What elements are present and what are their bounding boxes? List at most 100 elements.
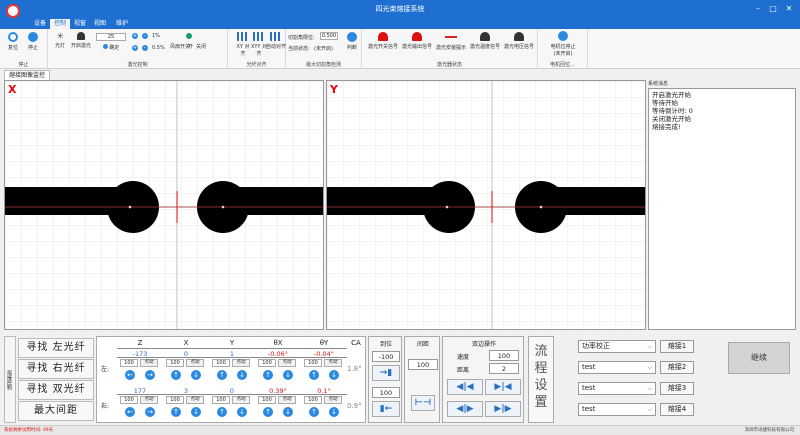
left-theta-y-jog-button[interactable]: 点动	[324, 359, 342, 367]
tab-weld-monitor[interactable]: 熔接图像监控	[4, 70, 51, 80]
left-y-step-input[interactable]: 100	[212, 359, 230, 367]
menu-device[interactable]: 设备	[30, 19, 50, 29]
weld-1-button[interactable]: 熔接1	[660, 340, 694, 353]
continue-button[interactable]: 继续	[728, 342, 790, 374]
power-up-icon[interactable]: +	[132, 33, 138, 39]
cut-limit-input[interactable]: 0.500	[320, 32, 338, 40]
left-z-jog-button[interactable]: 点动	[140, 359, 158, 367]
right-theta-y-step-input[interactable]: 100	[304, 396, 322, 404]
left-theta-x-up-icon[interactable]: ↑	[263, 370, 273, 380]
left-theta-y-up-icon[interactable]: ↑	[309, 370, 319, 380]
title-bar: 四光束熔接系统 – □ ✕	[0, 0, 800, 19]
right-x-up-icon[interactable]: ↑	[171, 407, 181, 417]
move-left-button[interactable]: ▮←	[372, 401, 400, 417]
right-y-step-input[interactable]: 100	[212, 396, 230, 404]
menu-view[interactable]: 视图	[90, 19, 110, 29]
right-x-down-icon[interactable]: ↓	[191, 407, 201, 417]
right-theta-y-up-icon[interactable]: ↑	[309, 407, 319, 417]
message-log[interactable]: 开启激光开始 等待开始 等待倒计时: 0 关闭激光开始 熔接完成!	[648, 88, 796, 330]
right-theta-y-down-icon[interactable]: ↓	[329, 407, 339, 417]
close-icon[interactable]: ✕	[783, 3, 795, 15]
right-z-left-icon[interactable]: ←	[125, 407, 135, 417]
menu-control[interactable]: 控制	[50, 19, 71, 29]
left-theta-x-down-icon[interactable]: ↓	[283, 370, 293, 380]
left-x-up-icon[interactable]: ↑	[171, 370, 181, 380]
gap-adjust-button[interactable]: ⊢⊣	[411, 395, 435, 411]
left-theta-x-jog-button[interactable]: 点动	[278, 359, 296, 367]
confirm-button[interactable]: 确定	[96, 44, 126, 51]
left-x-down-icon[interactable]: ↓	[191, 370, 201, 380]
left-x-jog-button[interactable]: 点动	[186, 359, 204, 367]
chevron-down-icon: ⌵	[647, 406, 652, 413]
axis-header-ca: CA	[351, 339, 361, 347]
position-bottom-input[interactable]: 100	[372, 387, 400, 398]
right-y-down-icon[interactable]: ↓	[237, 407, 247, 417]
minimize-icon[interactable]: –	[752, 3, 764, 15]
right-theta-y-jog-button[interactable]: 点动	[324, 396, 342, 404]
right-ca-value: 0.9°	[347, 402, 362, 410]
fine-up-icon[interactable]: +	[132, 45, 138, 51]
menu-window[interactable]: 视窗	[70, 19, 90, 29]
right-theta-x-up-icon[interactable]: ↑	[263, 407, 273, 417]
reset-button[interactable]: 复位	[4, 32, 22, 51]
left-z-left-icon[interactable]: ←	[125, 370, 135, 380]
right-z-right-icon[interactable]: →	[145, 407, 155, 417]
both-left-in-button[interactable]: ◀|◀	[447, 379, 483, 395]
position-top-input[interactable]: -100	[372, 351, 400, 362]
weld-3-button[interactable]: 熔接3	[660, 382, 694, 395]
move-right-button[interactable]: →▮	[372, 365, 400, 381]
right-y-jog-button[interactable]: 点动	[232, 396, 250, 404]
fan-off-label[interactable]: 关闭	[196, 43, 206, 50]
left-z-right-icon[interactable]: →	[145, 370, 155, 380]
menu-maintenance[interactable]: 维护	[112, 19, 132, 29]
right-z-jog-button[interactable]: 点动	[140, 396, 158, 404]
left-y-jog-button[interactable]: 点动	[232, 359, 250, 367]
left-y-down-icon[interactable]: ↓	[237, 370, 247, 380]
left-theta-y-down-icon[interactable]: ↓	[329, 370, 339, 380]
left-x-step-input[interactable]: 100	[166, 359, 184, 367]
right-theta-x-step-input[interactable]: 100	[258, 396, 276, 404]
fan-on-label[interactable]: 开	[188, 43, 193, 50]
motor-stop-button[interactable]: 电机位停止 (未开启)	[544, 31, 582, 57]
process-select-1[interactable]: 功率校正 ⌵	[578, 340, 656, 353]
judge-button[interactable]: 判断	[344, 32, 360, 51]
fine-down-icon[interactable]: –	[142, 45, 148, 51]
both-right-in-button[interactable]: ▶|▶	[485, 401, 521, 417]
process-select-3[interactable]: test ⌵	[578, 382, 656, 395]
right-y-up-icon[interactable]: ↑	[217, 407, 227, 417]
fan-toggle[interactable]	[186, 33, 192, 39]
right-theta-x-down-icon[interactable]: ↓	[283, 407, 293, 417]
weld-2-button[interactable]: 熔接2	[660, 361, 694, 374]
left-theta-y-step-input[interactable]: 100	[304, 359, 322, 367]
stop-button[interactable]: 停止	[24, 32, 42, 51]
find-right-fiber-button[interactable]: 寻找 右光纤	[18, 359, 94, 379]
left-z-step-input[interactable]: 100	[120, 359, 138, 367]
find-left-fiber-button[interactable]: 寻找 左光纤	[18, 338, 94, 358]
find-both-fiber-button[interactable]: 寻找 双光纤	[18, 380, 94, 400]
distance-input[interactable]: 2	[489, 363, 519, 374]
left-theta-x-step-input[interactable]: 100	[258, 359, 276, 367]
process-select-4[interactable]: test ⌵	[578, 403, 656, 416]
laser-power-input[interactable]: 25	[96, 33, 126, 41]
right-x-step-input[interactable]: 100	[166, 396, 184, 404]
flow-settings-button[interactable]: 流程设置	[528, 336, 554, 423]
both-right-out-button[interactable]: ▶|◀	[485, 379, 521, 395]
right-row-label: 右:	[101, 403, 110, 410]
max-gap-button[interactable]: 最大间距	[18, 401, 94, 421]
open-laser-button[interactable]: 开启激光	[68, 32, 94, 49]
process-select-2[interactable]: test ⌵	[578, 361, 656, 374]
right-z-step-input[interactable]: 100	[120, 396, 138, 404]
speed-input[interactable]: 100	[489, 350, 519, 361]
right-x-jog-button[interactable]: 点动	[186, 396, 204, 404]
right-theta-x-jog-button[interactable]: 点动	[278, 396, 296, 404]
weld-4-button[interactable]: 熔接4	[660, 403, 694, 416]
tab-strip: 熔接图像监控	[0, 69, 800, 80]
maximize-icon[interactable]: □	[767, 3, 779, 15]
light-button[interactable]: ☀ 光灯	[50, 32, 70, 49]
gap-input[interactable]: 100	[408, 359, 438, 370]
auto-align-button[interactable]: 自动对齐	[266, 32, 286, 50]
stop-icon	[28, 32, 38, 42]
power-down-icon[interactable]: –	[142, 33, 148, 39]
left-y-up-icon[interactable]: ↑	[217, 370, 227, 380]
both-left-out-button[interactable]: ◀|▶	[447, 401, 483, 417]
